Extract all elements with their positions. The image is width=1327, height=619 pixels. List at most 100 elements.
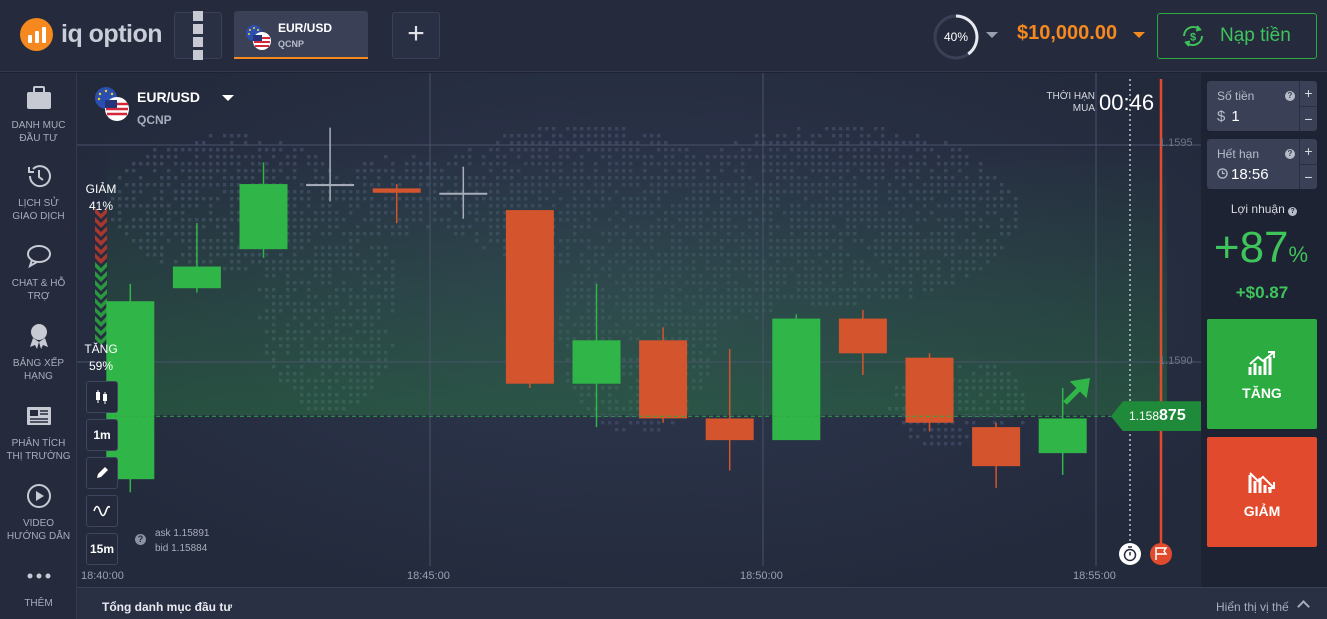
y-tick-label: 1.1595 [1159,137,1193,149]
chart-down-icon [1248,472,1275,493]
indicator-wave-icon [93,505,111,517]
put-down-label: GIẢM [1243,503,1281,519]
finish-flag-icon[interactable] [1150,543,1172,565]
show-positions-label[interactable]: Hiển thị vị thế [1216,600,1289,614]
asset-tab-type: QCNP [278,39,305,49]
balance[interactable]: $10,000.00 [1017,22,1117,45]
call-up-button[interactable]: TĂNG [1207,319,1317,429]
current-price-suffix: 875 [1159,407,1186,425]
candle-body [1038,418,1087,454]
timeframe-1m-button[interactable]: 1m [86,419,118,451]
profit-percent-value: +87 [1213,223,1289,272]
profit-label-row: Lợi nhuận ? [1201,202,1327,216]
logo[interactable]: iq option [20,18,163,51]
sentiment-up: TĂNG 59% [83,341,119,375]
payout-ring[interactable]: 40% [932,13,980,61]
help-icon[interactable]: ? [135,534,146,545]
sidebar-item-portfolio[interactable]: DANH MỤC ĐẦU TƯ [0,83,77,145]
chart-asset-header[interactable]: EUR/USD QCNP [95,87,234,128]
purchase-timer-label: THỜI HẠN MUA [1046,91,1095,114]
deposit-button[interactable]: $ Nạp tiền [1157,13,1317,59]
help-icon[interactable]: ? [1288,207,1298,216]
sidebar-item-more[interactable]: THÊM [0,561,77,610]
profit-percent-sign: % [1288,242,1309,267]
asset-grid-button[interactable] [174,11,222,60]
candle-body [772,318,821,441]
indicators-button[interactable] [86,495,118,527]
timeframe-15m-button[interactable]: 15m [86,533,118,565]
help-icon[interactable]: ? [1285,149,1295,159]
sidebar-item-video[interactable]: VIDEO HƯỚNG DẪN [0,481,77,543]
candle-body [838,318,887,354]
profit-amount: +$0.87 [1235,283,1289,302]
portfolio-total-label[interactable]: Tổng danh mục đầu tư [102,600,232,614]
purchase-timer-value: 00:46 [1099,90,1155,115]
expiry-stepper[interactable]: + − [1299,139,1317,189]
x-tick-label: 18:45:00 [407,570,450,582]
logo-text: iq option [61,20,163,48]
asset-tab[interactable]: EUR/USD QCNP [234,11,368,59]
balance-chevron-down-icon[interactable] [1133,32,1145,38]
sidebar-item-label: LỊCH SỬ GIAO DỊCH [12,198,65,222]
sidebar-item-market-analysis[interactable]: PHÂN TÍCH THỊ TRƯỜNG [0,401,77,463]
put-down-button[interactable]: GIẢM [1207,437,1317,547]
candlestick-chart[interactable] [77,73,1201,587]
current-price-prefix: 1.158 [1129,409,1160,424]
candle-body [972,427,1021,467]
add-asset-button[interactable]: + [392,12,440,59]
chart-type-button[interactable] [86,381,118,413]
expiry-time: 18:56 [1231,166,1269,183]
candle-body [705,418,754,441]
candle-body [572,340,621,384]
help-icon[interactable]: ? [1285,91,1295,101]
briefcase-icon [26,86,51,109]
ask-price: ask 1.15891 [155,528,210,539]
x-tick-label: 18:40:00 [81,570,124,582]
asset-tab-pair: EUR/USD [278,21,333,35]
amount-field[interactable]: Số tiền ? $1 + − [1207,81,1317,131]
sidebar-item-label: DANH MỤC ĐẦU TƯ [11,120,66,144]
increase-expiry-button[interactable]: + [1300,139,1317,164]
x-tick-label: 18:55:00 [1073,570,1116,582]
expiry-value[interactable]: 18:56 [1217,166,1269,183]
eur-usd-flag-icon [95,87,129,121]
sentiment-down-value: 41% [88,199,114,213]
chevron-up-icon[interactable] [1297,600,1310,613]
bottom-bar: Tổng danh mục đầu tư Hiển thị vị thế [77,587,1327,619]
chart-area[interactable]: EUR/USD QCNP THỜI HẠN MUA 00:46 GIẢM 41%… [77,73,1201,587]
draw-tool-button[interactable] [86,457,118,489]
amount-value[interactable]: $1 [1217,108,1240,125]
chart-asset-name: EUR/USD [137,89,201,105]
chart-up-icon [1248,351,1275,375]
ask-bid-info: ? ask 1.15891 bid 1.15884 [135,526,210,556]
candle-type-icon [96,390,107,404]
chat-icon [26,245,51,269]
deposit-icon: $ [1183,25,1203,47]
chevron-down-icon[interactable] [222,95,234,101]
candle-body [439,192,488,195]
candle-body [239,184,288,250]
candle-body [639,340,688,419]
sidebar-item-history[interactable]: LỊCH SỬ GIAO DỊCH [0,161,77,223]
chevron-down-icon[interactable] [986,32,998,38]
stopwatch-icon[interactable] [1119,543,1141,565]
top-bar: iq option EUR/USD QCNP + 40% $10,000.00 [0,0,1327,72]
candle-body [372,188,421,193]
candle-body [172,266,221,289]
left-sidebar: DANH MỤC ĐẦU TƯ LỊCH SỬ GIAO DỊCH CHAT &… [0,73,77,619]
chart-asset-type: QCNP [137,113,172,127]
pencil-icon [97,467,108,478]
sidebar-item-label: THÊM [24,598,53,609]
decrease-expiry-button[interactable]: − [1300,164,1317,189]
decrease-amount-button[interactable]: − [1300,106,1317,131]
play-icon [26,484,51,508]
sidebar-item-leaderboard[interactable]: BẢNG XẾP HẠNG [0,321,77,383]
amount-stepper[interactable]: + − [1299,81,1317,131]
sentiment-up-label: TĂNG [84,342,118,356]
increase-amount-button[interactable]: + [1300,81,1317,106]
sidebar-item-chat[interactable]: CHAT & HỖ TRỢ [0,241,77,303]
history-icon [27,165,51,188]
svg-text:$: $ [1190,32,1196,44]
expiry-field[interactable]: Hết hạn ? 18:56 + − [1207,139,1317,189]
medal-icon [29,324,48,349]
